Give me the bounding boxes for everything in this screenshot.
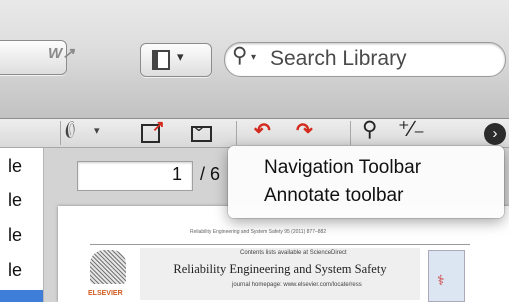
list-item-label: le bbox=[8, 260, 23, 280]
menu-item-annotate-toolbar[interactable]: Annotate toolbar bbox=[264, 185, 403, 207]
more-icon[interactable]: › bbox=[484, 123, 506, 145]
mail-flap-icon: ⌄ bbox=[191, 118, 207, 134]
export-arrow-icon: ↗ bbox=[152, 118, 165, 135]
list-item[interactable]: le bbox=[0, 252, 42, 288]
list-item[interactable]: le bbox=[0, 182, 42, 218]
pdf-journal-title: Reliability Engineering and System Safet… bbox=[173, 262, 387, 276]
word-export-icon: W↗ bbox=[48, 45, 75, 62]
list-item-label: le bbox=[8, 156, 23, 176]
pdf-rule bbox=[90, 244, 470, 245]
search-placeholder: Search Library bbox=[270, 47, 407, 70]
pdf-homepage-line: journal homepage: www.elsevier.com/locat… bbox=[232, 282, 362, 288]
list-item-label: le bbox=[8, 190, 23, 210]
pdf-contents-line: Contents lists available at ScienceDirec… bbox=[240, 250, 347, 256]
rotate-right-icon[interactable]: ↷ bbox=[296, 118, 313, 143]
layout-view-icon bbox=[152, 50, 170, 70]
journal-cover-thumbnail bbox=[428, 250, 465, 302]
search-options-caret-icon[interactable]: ▾ bbox=[251, 52, 256, 63]
toolbar-separator bbox=[236, 121, 237, 145]
page-number-value: 1 bbox=[171, 164, 182, 184]
page-count: / 6 bbox=[200, 164, 221, 184]
menu-item-navigation-toolbar[interactable]: Navigation Toolbar bbox=[264, 157, 421, 179]
elsevier-logo bbox=[90, 250, 126, 284]
toolbar-separator bbox=[350, 121, 351, 145]
search-icon: ⚲ bbox=[232, 44, 248, 67]
pdf-citation: Reliability Engineering and System Safet… bbox=[190, 229, 327, 235]
elsevier-wordmark: ELSEVIER bbox=[88, 290, 123, 297]
zoom-icon[interactable]: ⚲ bbox=[362, 117, 377, 142]
selected-list-item[interactable] bbox=[0, 290, 43, 302]
journal-cover-art: ⚕ bbox=[437, 272, 445, 288]
list-item-label: le bbox=[8, 225, 23, 245]
chevron-down-icon: ▾ bbox=[177, 49, 184, 64]
list-item[interactable]: le bbox=[0, 217, 42, 253]
chevron-down-icon[interactable]: ▾ bbox=[94, 124, 100, 137]
list-item[interactable]: le bbox=[0, 148, 42, 184]
zoom-toggle-icon[interactable]: ⁺∕₋ bbox=[398, 116, 425, 142]
rotate-left-icon[interactable]: ↶ bbox=[254, 118, 271, 143]
layout-view-button[interactable] bbox=[140, 43, 212, 77]
